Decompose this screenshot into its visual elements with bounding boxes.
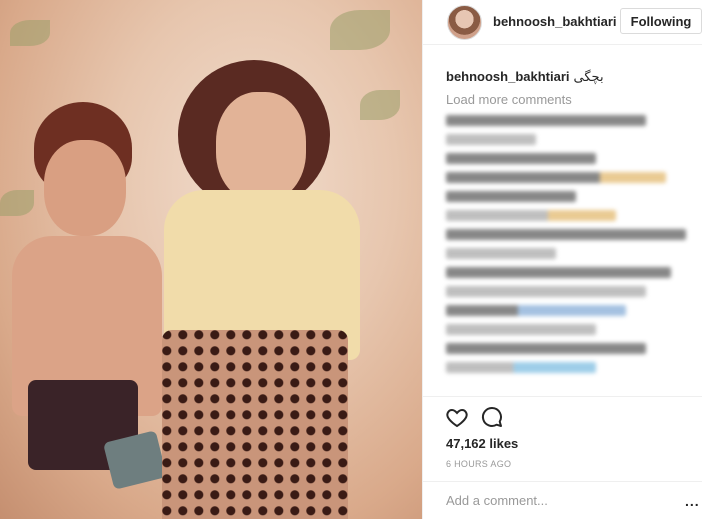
blurred-comment [446, 115, 646, 126]
blurred-comment [446, 229, 686, 240]
blurred-comment [446, 324, 596, 335]
comment-icon[interactable] [480, 405, 506, 431]
following-button[interactable]: Following [620, 8, 702, 34]
comments-list [446, 115, 696, 381]
blurred-comment [446, 153, 596, 164]
blurred-comment [446, 286, 646, 297]
header-username[interactable]: behnoosh_bakhtiari [493, 14, 617, 29]
post-time: 6 HOURS AGO [446, 459, 512, 469]
blurred-comment [446, 305, 626, 316]
heart-icon[interactable] [445, 405, 471, 431]
blurred-comment [446, 248, 556, 259]
post-header: behnoosh_bakhtiari Following [423, 0, 702, 45]
blurred-comment [446, 343, 646, 354]
blurred-comment [446, 191, 576, 202]
caption-username[interactable]: behnoosh_bakhtiari [446, 69, 570, 84]
load-more-comments-link[interactable]: Load more comments [446, 92, 572, 107]
blurred-comment [446, 134, 536, 145]
caption: behnoosh_bakhtiari بچگی [446, 69, 604, 85]
post-sidebar: behnoosh_bakhtiari Following behnoosh_ba… [422, 0, 702, 519]
blurred-comment [446, 210, 616, 221]
blurred-comment [446, 362, 596, 373]
add-comment-input[interactable] [446, 493, 671, 508]
avatar[interactable] [447, 5, 482, 40]
blurred-comment [446, 267, 671, 278]
divider [423, 481, 702, 482]
blurred-comment [446, 172, 666, 183]
likes-count[interactable]: 47,162 likes [446, 436, 518, 451]
more-options-icon[interactable]: ... [685, 493, 700, 509]
caption-text: بچگی [573, 69, 604, 84]
post-actions: 47,162 likes 6 HOURS AGO ... [423, 396, 702, 520]
post-photo [0, 0, 422, 519]
